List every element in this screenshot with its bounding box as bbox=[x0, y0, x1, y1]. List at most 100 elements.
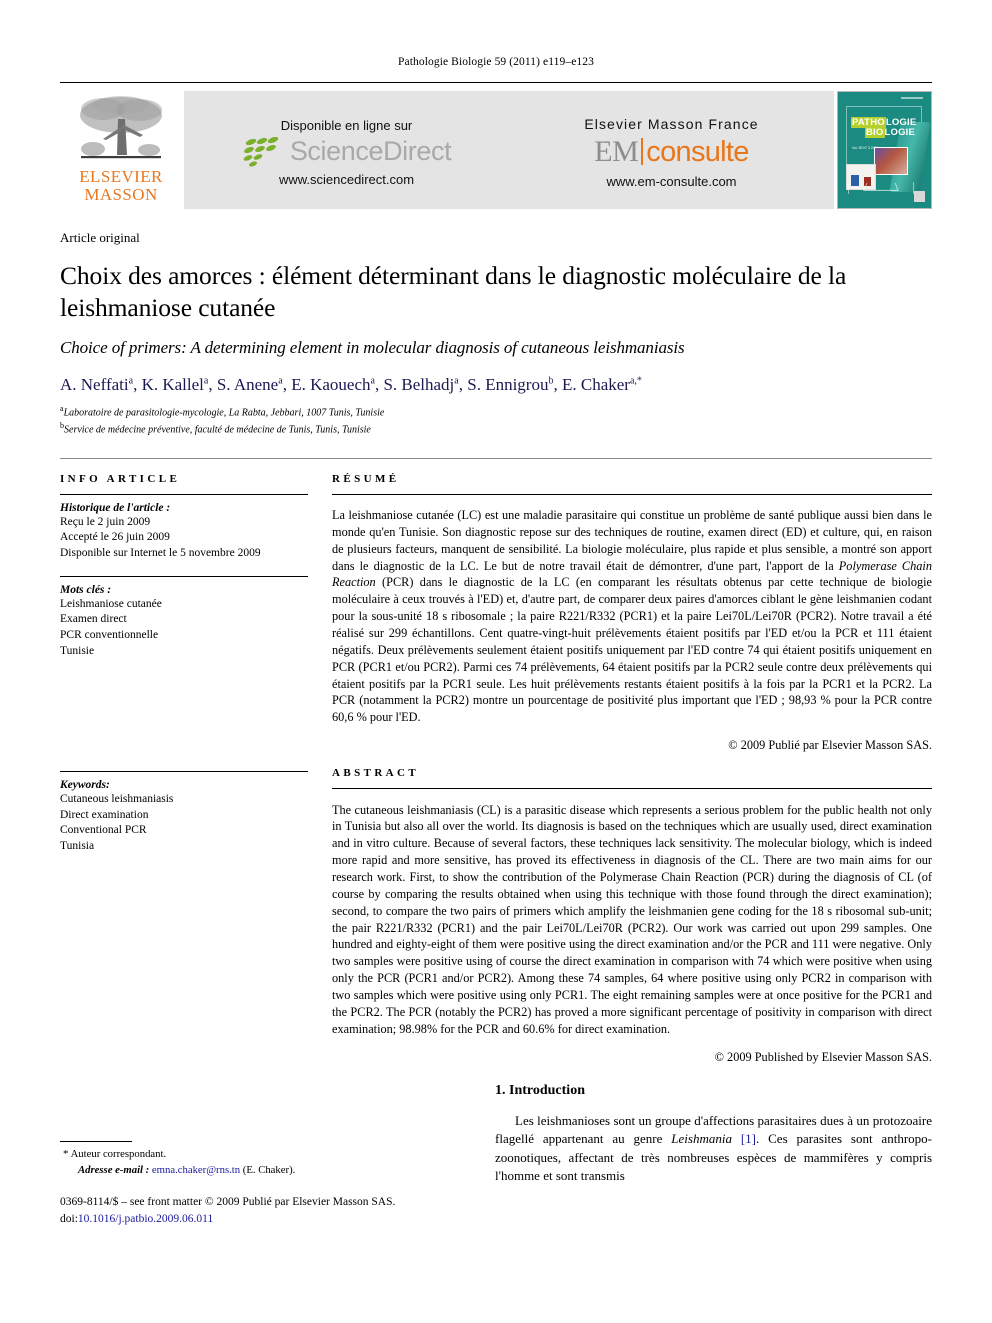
keywords-en-rule bbox=[60, 771, 308, 773]
resume-copyright: © 2009 Publié par Elsevier Masson SAS. bbox=[728, 738, 932, 753]
issn-copyright-block: 0369-8114/$ – see front matter © 2009 Pu… bbox=[60, 1194, 485, 1227]
info-article-heading: INFO ARTICLE bbox=[60, 472, 181, 485]
author-name: K. Kallel bbox=[141, 374, 204, 394]
corresponding-label: Auteur correspondant. bbox=[70, 1147, 167, 1160]
abstract-column: RÉSUMÉ La leishmaniose cutanée (LC) est … bbox=[328, 473, 932, 1065]
issn-line: 0369-8114/$ – see front matter © 2009 Pu… bbox=[60, 1196, 396, 1209]
cover-title-bio: BIO bbox=[865, 127, 885, 139]
affiliation-list: aLaboratoire de parasitologie-mycologie,… bbox=[60, 403, 932, 438]
keyword-en: Tunisia bbox=[60, 840, 95, 853]
journal-masthead: ELSEVIER MASSON Disponible en ligne sur bbox=[60, 82, 932, 209]
affiliation-line: aLaboratoire de parasitologie-mycologie,… bbox=[60, 403, 385, 419]
history-label: Historique de l'article : bbox=[60, 501, 171, 514]
keyword-fr: Tunisie bbox=[60, 644, 95, 657]
keyword-en: Conventional PCR bbox=[60, 824, 147, 837]
keyword-fr: Leishmaniose cutanée bbox=[60, 597, 162, 610]
author-affiliation-mark: a bbox=[454, 375, 459, 387]
available-online-label: Disponible en ligne sur bbox=[280, 117, 413, 133]
author-list: A. Neffatia, K. Kallela, S. Anenea, E. K… bbox=[60, 374, 642, 394]
keyword-fr: Examen direct bbox=[60, 613, 127, 626]
article-type-label: Article original bbox=[60, 230, 140, 245]
history-line: Accepté le 26 juin 2009 bbox=[60, 531, 170, 544]
email-owner: (E. Chaker). bbox=[242, 1163, 296, 1176]
author-name: A. Neffati bbox=[60, 374, 129, 394]
abstract-text: The cutaneous leishmaniasis (CL) is a pa… bbox=[332, 802, 932, 1036]
keyword-fr: PCR conventionnelle bbox=[60, 628, 159, 641]
keywords-en-label: Keywords: bbox=[60, 779, 110, 792]
keywords-rule bbox=[60, 575, 308, 577]
info-article-rule bbox=[60, 493, 308, 495]
history-lines: Reçu le 2 juin 2009 Accepté le 26 juin 20… bbox=[60, 515, 308, 562]
elsevier-wordmark-line2: MASSON bbox=[84, 185, 158, 205]
elsevier-masson-logo: ELSEVIER MASSON bbox=[60, 91, 182, 209]
resume-heading: RÉSUMÉ bbox=[332, 472, 400, 485]
page-subtitle-english: Choice of primers: A determining element… bbox=[60, 337, 685, 357]
cover-top-rule bbox=[901, 97, 923, 99]
cover-vessel-art bbox=[848, 182, 914, 194]
keywords-fr-list: Leishmaniose cutanée Examen direct PCR con… bbox=[60, 597, 308, 660]
abstract-copyright: © 2009 Published by Elsevier Masson SAS. bbox=[714, 1049, 932, 1064]
author-affiliation-mark: a bbox=[278, 375, 283, 387]
consulte-wordmark: consulte bbox=[646, 135, 749, 168]
keyword-en: Direct examination bbox=[60, 808, 149, 821]
author-affiliation-mark: b bbox=[548, 375, 554, 387]
author-name: E. Chaker bbox=[561, 374, 630, 394]
author-affiliation-mark: a,* bbox=[629, 375, 642, 387]
cover-title-logie2: LOGIE bbox=[884, 127, 916, 139]
sciencedirect-leaf-icon bbox=[243, 136, 279, 167]
history-line: Reçu le 2 juin 2009 bbox=[60, 515, 151, 528]
author-affiliation-mark: a bbox=[128, 375, 134, 387]
cover-elsevier-mark bbox=[914, 191, 925, 202]
sciencedirect-url[interactable]: www.sciencedirect.com bbox=[279, 172, 414, 187]
keywords-en-list: Cutaneous leishmaniasis Direct examinatio… bbox=[60, 792, 308, 855]
cover-micrograph-art bbox=[874, 147, 908, 175]
email-address[interactable]: emna.chaker@rns.tn bbox=[152, 1164, 240, 1176]
author-name: E. Kaouech bbox=[291, 374, 371, 394]
doi-label: doi: bbox=[60, 1212, 78, 1225]
author-affiliation-mark: a bbox=[203, 375, 209, 387]
em-consulte-url[interactable]: www.em-consulte.com bbox=[606, 174, 736, 189]
resume-rule bbox=[332, 493, 932, 495]
footnote-rule bbox=[60, 1140, 132, 1142]
doi-line: doi:10.1016/j.patbio.2009.06.011 bbox=[60, 1211, 485, 1228]
elsevier-tree-icon bbox=[80, 96, 162, 159]
running-head: Pathologie Biologie 59 (2011) e119–e123 bbox=[398, 56, 594, 68]
em-divider-bar bbox=[641, 138, 644, 165]
journal-cover-thumbnail: PATHOLOGIE BIOLOGIE Vol. 59 N° 3 2011 bbox=[837, 91, 932, 209]
abstract-rule bbox=[332, 788, 932, 790]
abstract-heading: ABSTRACT bbox=[332, 767, 420, 780]
email-label: Adresse e-mail : bbox=[78, 1163, 150, 1176]
author-affiliation-mark: a bbox=[370, 375, 375, 387]
affiliation-line: bService de médecine préventive, faculté… bbox=[60, 421, 371, 436]
introduction-paragraph: Les leishmanioses sont un groupe d'affec… bbox=[495, 1112, 932, 1186]
resume-part2: (PCR) dans le diagnostic de la LC (en co… bbox=[332, 575, 932, 725]
em-consulte-block: Elsevier Masson France EM consulte www.e… bbox=[509, 91, 834, 209]
corresponding-star: * bbox=[63, 1147, 69, 1160]
email-note: Adresse e-mail : emna.chaker@rns.tn (E. … bbox=[60, 1163, 485, 1179]
masthead-grey-band: Disponible en ligne sur ScienceDirect ww… bbox=[184, 91, 834, 209]
resume-text: La leishmaniose cutanée (LC) est une mal… bbox=[332, 507, 932, 726]
elsevier-wordmark-line1: ELSEVIER bbox=[79, 167, 163, 186]
doi-value[interactable]: 10.1016/j.patbio.2009.06.011 bbox=[78, 1213, 213, 1225]
info-column-spacer bbox=[60, 659, 308, 757]
article-page: Pathologie Biologie 59 (2011) e119–e123 bbox=[0, 0, 992, 1323]
reference-link-1[interactable]: [1] bbox=[732, 1131, 756, 1146]
author-name: S. Ennigrou bbox=[467, 374, 549, 394]
introduction-column: 1. Introduction Les leishmanioses sont u… bbox=[485, 1083, 932, 1228]
corresponding-author-note: * Auteur correspondant. bbox=[60, 1147, 485, 1163]
title-block: Article original Choix des amorces : élé… bbox=[60, 230, 932, 438]
intro-genus-name: Leishmania bbox=[671, 1131, 732, 1147]
cover-journal-title: PATHOLOGIE BIOLOGIE bbox=[851, 117, 916, 139]
sciencedirect-block: Disponible en ligne sur ScienceDirect ww… bbox=[184, 91, 509, 209]
em-wordmark: EM bbox=[594, 134, 639, 168]
abstract-columns: INFO ARTICLE Historique de l'article : R… bbox=[60, 459, 932, 1065]
keywords-fr-label: Mots clés : bbox=[60, 583, 112, 596]
history-line: Disponible sur Internet le 5 novembre 20… bbox=[60, 547, 261, 560]
author-name: S. Anene bbox=[216, 374, 279, 394]
introduction-heading: 1. Introduction bbox=[495, 1082, 585, 1098]
keyword-en: Cutaneous leishmaniasis bbox=[60, 793, 174, 806]
page-bottom: * Auteur correspondant. Adresse e-mail :… bbox=[60, 1083, 932, 1228]
sciencedirect-wordmark: ScienceDirect bbox=[289, 136, 452, 166]
info-article-column: INFO ARTICLE Historique de l'article : R… bbox=[60, 473, 328, 1065]
author-name: S. Belhadj bbox=[383, 374, 455, 394]
